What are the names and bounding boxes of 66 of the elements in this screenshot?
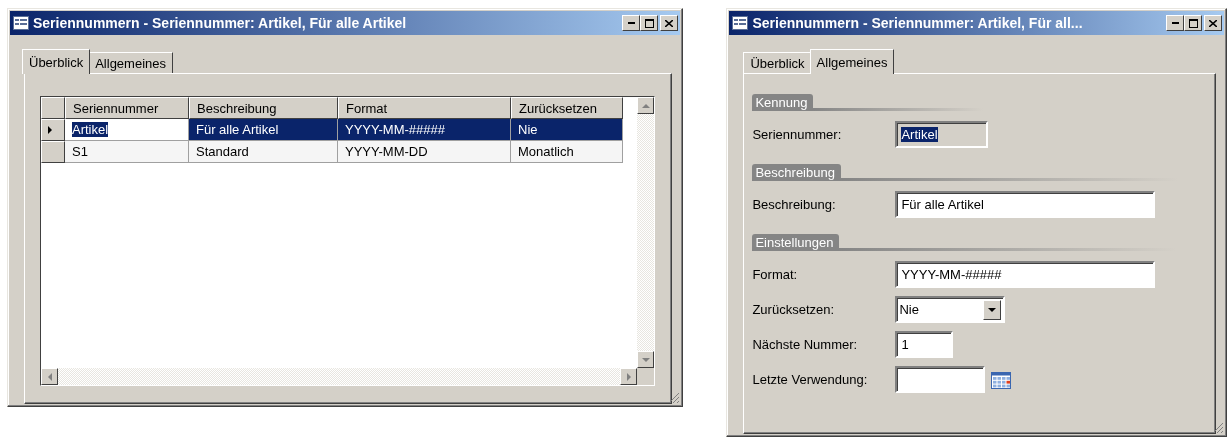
caret-icon bbox=[988, 307, 997, 312]
field-label: Beschreibung: bbox=[752, 197, 837, 212]
window-title: Seriennummern - Seriennummer: Artikel, Für all... bbox=[752, 15, 1084, 31]
row-selector[interactable] bbox=[41, 141, 65, 163]
table-cell[interactable]: YYYY-MM-DD bbox=[338, 141, 511, 163]
vertical-scrollbar[interactable] bbox=[637, 97, 655, 368]
dropdown[interactable]: Nie bbox=[895, 296, 1006, 323]
horizontal-scrollbar[interactable] bbox=[41, 368, 638, 385]
maximize-icon bbox=[644, 18, 654, 28]
serial-number-field[interactable]: Artikel bbox=[895, 121, 989, 148]
table-cell[interactable]: Monatlich bbox=[511, 141, 623, 163]
section-header: Einstellungen bbox=[752, 234, 840, 251]
tab[interactable]: Allgemeines bbox=[88, 52, 173, 73]
input-field[interactable]: Für alle Artikel bbox=[895, 191, 1156, 218]
input-field[interactable]: YYYY-MM-##### bbox=[895, 261, 1156, 288]
column-header[interactable]: Seriennummer bbox=[65, 97, 189, 119]
table-cell[interactable]: Für alle Artikel bbox=[189, 119, 338, 141]
right-arrow-icon bbox=[626, 372, 631, 381]
maximize-button[interactable] bbox=[1184, 15, 1202, 31]
field-label: Letzte Verwendung: bbox=[752, 372, 869, 387]
minimize-icon bbox=[627, 22, 635, 24]
tab[interactable]: Überblick bbox=[22, 49, 91, 74]
table-cell[interactable]: Artikel bbox=[65, 119, 189, 141]
dropdown-button[interactable] bbox=[983, 299, 1002, 320]
minimize-icon bbox=[1171, 22, 1179, 24]
section-header: Beschreibung bbox=[752, 164, 841, 181]
close-icon bbox=[665, 19, 674, 27]
field-label: Nächste Nummer: bbox=[752, 337, 859, 352]
close-button[interactable] bbox=[660, 15, 679, 31]
scrollbar-corner bbox=[637, 368, 655, 385]
table-cell[interactable]: Standard bbox=[189, 141, 338, 163]
resize-grip-icon[interactable] bbox=[668, 392, 681, 404]
date-field[interactable] bbox=[895, 366, 986, 393]
row-selector[interactable] bbox=[41, 119, 65, 141]
resize-grip-icon[interactable] bbox=[1212, 422, 1224, 434]
close-button[interactable] bbox=[1204, 15, 1222, 31]
field-label: Format: bbox=[752, 267, 799, 282]
table-cell[interactable]: Nie bbox=[511, 119, 623, 141]
form-icon bbox=[732, 16, 749, 30]
down-arrow-icon bbox=[641, 357, 650, 362]
close-icon bbox=[1209, 19, 1217, 27]
table-cell[interactable]: YYYY-MM-##### bbox=[338, 119, 511, 141]
calendar-icon[interactable] bbox=[991, 370, 1012, 389]
scroll-left-button[interactable] bbox=[41, 368, 58, 385]
minimize-button[interactable] bbox=[622, 15, 641, 31]
tab[interactable]: Allgemeines bbox=[809, 49, 895, 74]
scroll-down-button[interactable] bbox=[637, 351, 655, 368]
column-header[interactable]: Zurücksetzen bbox=[511, 97, 623, 119]
field-label: Seriennummer: bbox=[752, 127, 843, 142]
field-label: Zurücksetzen: bbox=[752, 302, 836, 317]
scroll-up-button[interactable] bbox=[637, 97, 655, 114]
table-cell[interactable]: S1 bbox=[65, 141, 189, 163]
input-field[interactable]: 1 bbox=[895, 331, 954, 358]
up-arrow-icon bbox=[641, 103, 650, 108]
maximize-button[interactable] bbox=[640, 15, 659, 31]
current-row-icon bbox=[48, 126, 52, 134]
tab[interactable]: Überblick bbox=[743, 52, 812, 73]
form-icon bbox=[13, 16, 29, 30]
left-arrow-icon bbox=[47, 372, 52, 381]
window-title: Seriennummern - Seriennummer: Artikel, Für alle Artikel bbox=[33, 15, 408, 31]
section-header: Kennung bbox=[752, 94, 814, 111]
column-header[interactable]: Format bbox=[338, 97, 511, 119]
scroll-right-button[interactable] bbox=[620, 368, 638, 385]
maximize-icon bbox=[1188, 18, 1198, 28]
minimize-button[interactable] bbox=[1166, 15, 1184, 31]
column-header[interactable]: Beschreibung bbox=[189, 97, 338, 119]
